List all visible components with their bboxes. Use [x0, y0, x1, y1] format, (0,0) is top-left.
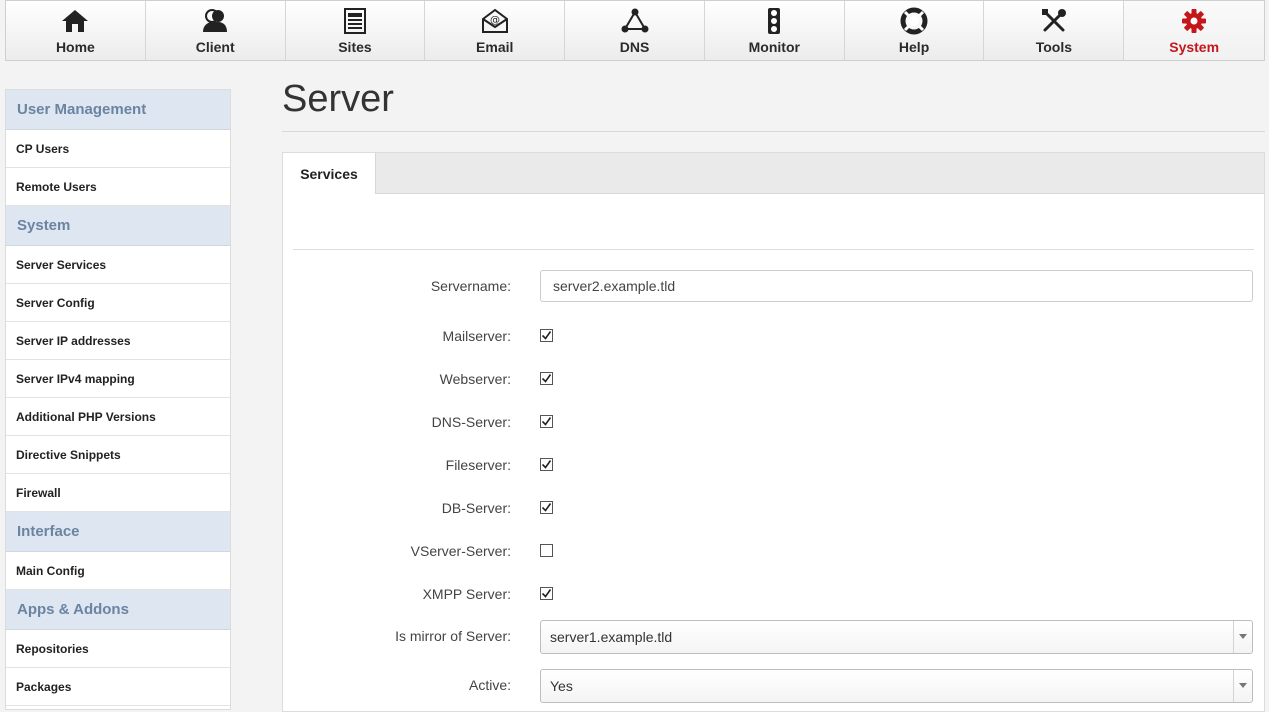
nav-email[interactable]: @ Email [425, 1, 566, 60]
active-row: Active: Yes [283, 669, 1266, 703]
nav-sites[interactable]: Sites [285, 1, 426, 60]
top-navigation: Home Client Sites @ Email DNS Monitor He… [5, 0, 1265, 61]
fileserver-row: Fileserver: [283, 449, 1266, 481]
lifebuoy-icon [900, 7, 928, 35]
mailserver-row: Mailserver: [283, 320, 1266, 352]
servername-input[interactable]: server2.example.tld [540, 270, 1253, 302]
nav-monitor-label: Monitor [748, 39, 800, 55]
dns-server-row: DNS-Server: [283, 406, 1266, 438]
webserver-row: Webserver: [283, 363, 1266, 395]
users-icon [201, 7, 229, 35]
mirror-label: Is mirror of Server: [395, 628, 511, 644]
sidebar-item-server-ipv4-mapping[interactable]: Server IPv4 mapping [6, 360, 230, 398]
active-select-value: Yes [550, 678, 573, 694]
title-divider [282, 131, 1265, 132]
db-server-row: DB-Server: [283, 492, 1266, 524]
envelope-icon: @ [481, 7, 509, 35]
servername-row: Servername: server2.example.tld [283, 270, 1266, 302]
mailserver-checkbox[interactable] [540, 329, 553, 342]
dns-server-checkbox[interactable] [540, 415, 553, 428]
chevron-down-icon[interactable] [1233, 670, 1252, 702]
sidebar-item-server-config[interactable]: Server Config [6, 284, 230, 322]
form-divider [293, 249, 1254, 250]
nav-dns[interactable]: DNS [565, 1, 705, 60]
nav-system-label: System [1169, 39, 1220, 55]
nav-tools[interactable]: Tools [984, 1, 1125, 60]
page-title: Server [282, 78, 394, 120]
tab-services[interactable]: Services [283, 153, 376, 194]
sidebar-item-directive-snippets[interactable]: Directive Snippets [6, 436, 230, 474]
sidebar-item-server-services[interactable]: Server Services [6, 246, 230, 284]
tab-bar: Services [283, 153, 1264, 194]
sidebar-section-apps-addons: Apps & Addons [6, 590, 230, 630]
active-label: Active: [468, 677, 511, 693]
server-form-panel: Services Servername: server2.example.tld… [282, 152, 1265, 712]
document-icon [343, 7, 367, 35]
nav-dns-label: DNS [619, 39, 650, 55]
nav-home-label: Home [55, 39, 95, 55]
vserver-server-label: VServer-Server: [410, 543, 511, 559]
nav-email-label: Email [476, 39, 514, 55]
wrench-screwdriver-icon [1040, 7, 1068, 35]
sidebar-item-main-config[interactable]: Main Config [6, 552, 230, 590]
sidebar-item-repositories[interactable]: Repositories [6, 630, 230, 668]
gear-icon [1180, 7, 1208, 35]
xmpp-server-row: XMPP Server: [283, 578, 1266, 610]
mirror-select-value: server1.example.tld [550, 629, 673, 645]
nav-help[interactable]: Help [844, 1, 985, 60]
nav-client[interactable]: Client [145, 1, 286, 60]
vserver-server-checkbox[interactable] [540, 544, 553, 557]
vserver-server-row: VServer-Server: [283, 535, 1266, 567]
nav-monitor[interactable]: Monitor [704, 1, 845, 60]
sidebar-section-interface: Interface [6, 512, 230, 552]
home-icon [61, 7, 89, 35]
nav-home[interactable]: Home [6, 1, 146, 60]
sidebar-item-remote-users[interactable]: Remote Users [6, 168, 230, 206]
sidebar-section-user-management: User Management [6, 90, 230, 130]
mirror-row: Is mirror of Server: server1.example.tld [283, 620, 1266, 654]
nav-client-label: Client [195, 39, 235, 55]
fileserver-label: Fileserver: [445, 457, 511, 473]
xmpp-server-checkbox[interactable] [540, 587, 553, 600]
webserver-label: Webserver: [439, 371, 511, 387]
xmpp-server-label: XMPP Server: [422, 586, 511, 602]
sidebar-item-packages[interactable]: Packages [6, 668, 230, 706]
webserver-checkbox[interactable] [540, 372, 553, 385]
sidebar-item-additional-php-versions[interactable]: Additional PHP Versions [6, 398, 230, 436]
traffic-light-icon [766, 7, 782, 35]
db-server-checkbox[interactable] [540, 501, 553, 514]
sidebar-item-server-ip-addresses[interactable]: Server IP addresses [6, 322, 230, 360]
active-select[interactable]: Yes [540, 669, 1253, 703]
chevron-down-icon[interactable] [1233, 621, 1252, 653]
sidebar-item-firewall[interactable]: Firewall [6, 474, 230, 512]
sidebar: User Management CP Users Remote Users Sy… [5, 89, 231, 710]
nav-help-label: Help [898, 39, 930, 55]
nav-sites-label: Sites [338, 39, 372, 55]
sidebar-section-system: System [6, 206, 230, 246]
svg-text:@: @ [490, 15, 500, 26]
servername-label: Servername: [430, 278, 511, 294]
fileserver-checkbox[interactable] [540, 458, 553, 471]
mailserver-label: Mailserver: [442, 328, 511, 344]
network-icon [621, 7, 649, 35]
sidebar-item-cp-users[interactable]: CP Users [6, 130, 230, 168]
dns-server-label: DNS-Server: [431, 414, 511, 430]
nav-system[interactable]: System [1124, 1, 1265, 60]
nav-tools-label: Tools [1035, 39, 1072, 55]
mirror-select[interactable]: server1.example.tld [540, 620, 1253, 654]
db-server-label: DB-Server: [441, 500, 511, 516]
